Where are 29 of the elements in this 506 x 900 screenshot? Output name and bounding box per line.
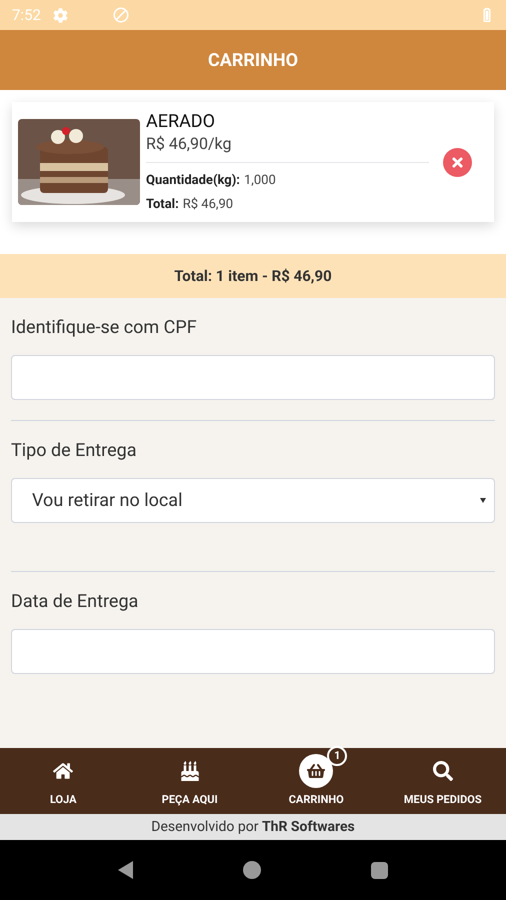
input-field[interactable] (11, 629, 495, 674)
status-time: 7:52 (12, 4, 41, 26)
product-name: AERADO (146, 110, 216, 134)
nav-tab[interactable]: MEUS PEDIDOS (380, 748, 506, 814)
close-icon (450, 154, 465, 170)
total-value: R$ 46,90 (182, 196, 234, 214)
header-title: CARRINHO (208, 48, 298, 72)
remove-button[interactable] (443, 148, 472, 176)
blocked-icon (112, 6, 130, 24)
home-button-icon[interactable] (243, 861, 261, 879)
input-field[interactable] (11, 355, 495, 400)
unit-price: R$ 46,90/kg (146, 134, 429, 163)
back-icon[interactable] (118, 861, 133, 879)
quantity-label: Quantidade(kg): (146, 172, 240, 190)
footer-credit: Desenvolvido por ThR Softwares (151, 818, 355, 836)
quantity-value: 1,000 (244, 172, 276, 190)
nav-tab[interactable]: LOJA (0, 748, 126, 814)
select-field[interactable]: Vou retirar no local (11, 478, 495, 523)
gear-icon (52, 8, 68, 22)
total-label: Total: (146, 196, 179, 214)
field-label: Tipo de Entrega (11, 439, 138, 463)
nav-tab[interactable]: 1 CARRINHO (253, 748, 380, 814)
summary-text: Total: 1 item - R$ 46,90 (174, 266, 332, 287)
nav-tab[interactable]: PEÇA AQUI (126, 748, 253, 814)
count-badge: 1 (327, 746, 348, 766)
recents-icon[interactable] (371, 862, 388, 878)
field-label: Identifique-se com CPF (11, 316, 198, 340)
dropdown-arrow-icon (480, 498, 486, 503)
field-label: Data de Entrega (11, 590, 140, 614)
